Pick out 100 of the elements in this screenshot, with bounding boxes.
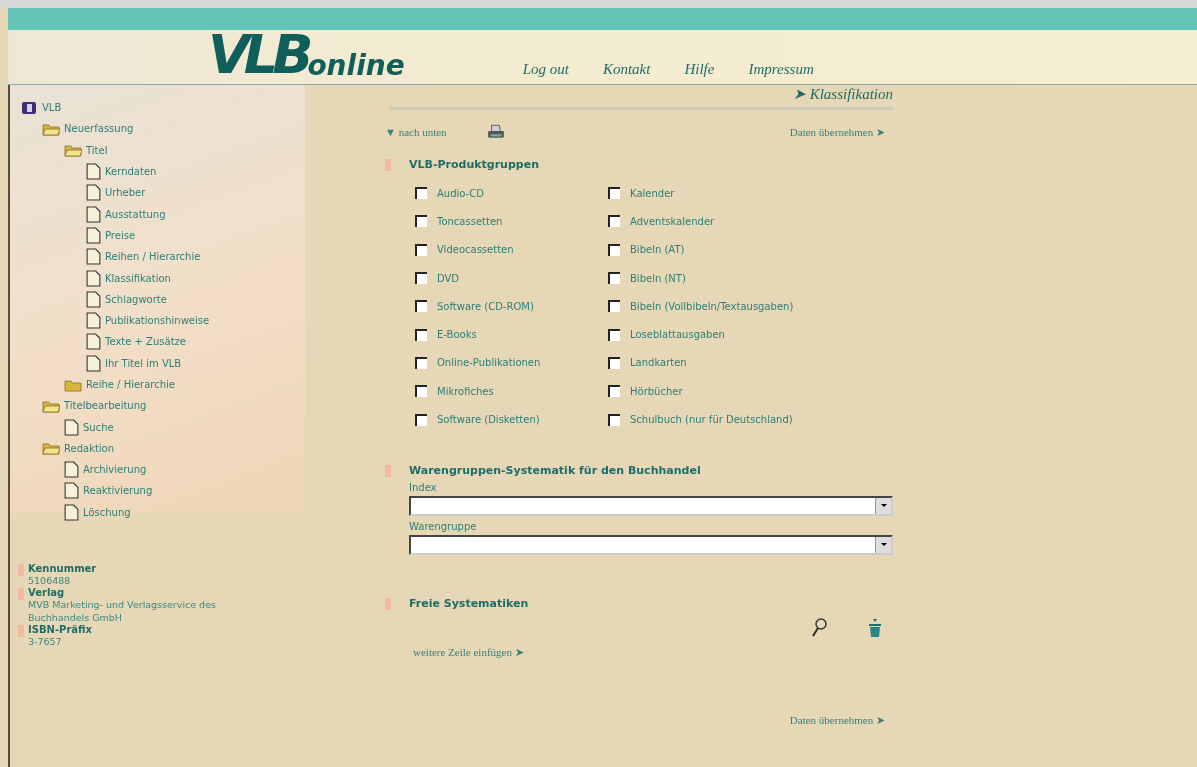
document-icon bbox=[64, 418, 79, 436]
bullet-marker bbox=[385, 464, 391, 477]
add-row-link[interactable]: weitere Zeile einfügen ➤ bbox=[413, 645, 524, 659]
checkbox-label[interactable]: Hörbücher bbox=[630, 385, 683, 397]
tree-item[interactable]: Publikationshinweise bbox=[105, 315, 210, 327]
dropdown-field[interactable] bbox=[409, 495, 893, 516]
tree-item[interactable]: Reaktivierung bbox=[83, 485, 153, 497]
tree-item[interactable]: Preise bbox=[105, 229, 136, 241]
checkbox-label[interactable]: Bibeln (NT) bbox=[630, 272, 686, 284]
document-icon bbox=[86, 269, 101, 287]
scroll-down-link[interactable]: ▼ nach unten bbox=[385, 126, 447, 138]
checkbox-label[interactable]: Audio-CD bbox=[437, 187, 484, 199]
document-icon bbox=[86, 226, 101, 244]
checkbox-label[interactable]: Schulbuch (nur für Deutschland) bbox=[630, 414, 793, 425]
tree-item[interactable]: Reihen / Hierarchie bbox=[105, 251, 201, 263]
tree-item[interactable]: Reihe / Hierarchie bbox=[86, 379, 175, 390]
document-icon bbox=[86, 248, 101, 266]
tree-item[interactable]: Ihr Titel im VLB bbox=[105, 357, 182, 369]
checkbox[interactable] bbox=[608, 215, 620, 228]
checkbox[interactable] bbox=[608, 243, 620, 256]
dropdown-field[interactable] bbox=[409, 534, 893, 555]
checkbox[interactable] bbox=[415, 385, 427, 398]
tree-item[interactable]: Redaktion bbox=[64, 442, 115, 454]
checkbox-label[interactable]: Software (Disketten) bbox=[437, 414, 540, 425]
bullet-marker bbox=[18, 625, 24, 637]
submit-link[interactable]: Daten übernehmen ➤ bbox=[789, 125, 885, 139]
tree-item[interactable]: Schlagworte bbox=[105, 293, 167, 305]
checkbox[interactable] bbox=[415, 272, 427, 285]
vlb-online-logo: VLBonline bbox=[208, 22, 405, 82]
checkbox[interactable] bbox=[415, 328, 427, 341]
checkbox[interactable] bbox=[608, 385, 620, 398]
nav-link[interactable]: Impressum bbox=[748, 61, 814, 78]
tree-item[interactable]: Löschung bbox=[83, 506, 131, 518]
document-icon bbox=[86, 163, 101, 181]
checkbox-label[interactable]: Adventskalender bbox=[630, 215, 715, 227]
nav-link[interactable]: Kontakt bbox=[602, 61, 651, 78]
document-icon bbox=[86, 312, 101, 330]
document-icon bbox=[86, 333, 101, 351]
checkbox[interactable] bbox=[415, 187, 427, 200]
tree-item[interactable]: Archivierung bbox=[83, 464, 147, 476]
document-icon bbox=[64, 503, 79, 521]
document-icon bbox=[86, 354, 101, 372]
tree-item[interactable]: Titelbearbeitung bbox=[64, 400, 147, 412]
checkbox-label[interactable]: Bibeln (AT) bbox=[630, 244, 685, 256]
bullet-marker bbox=[18, 564, 24, 576]
document-icon bbox=[86, 290, 101, 308]
info-value: 3-7657 bbox=[28, 635, 63, 648]
checkbox[interactable] bbox=[415, 356, 427, 369]
checkbox-label[interactable]: DVD bbox=[437, 272, 460, 284]
search-icon[interactable] bbox=[811, 617, 827, 638]
tree-item[interactable]: Kerndaten bbox=[105, 166, 157, 178]
checkbox[interactable] bbox=[608, 356, 620, 369]
checkbox[interactable] bbox=[608, 328, 620, 341]
submit-link[interactable]: Daten übernehmen ➤ bbox=[789, 713, 885, 727]
checkbox[interactable] bbox=[415, 413, 427, 426]
checkbox-label[interactable]: Kalender bbox=[630, 187, 675, 199]
nav-link[interactable]: Log out bbox=[522, 61, 569, 78]
tree-item[interactable]: Klassifikation bbox=[105, 272, 171, 284]
info-label: ISBN-Präfix bbox=[28, 624, 92, 635]
checkbox[interactable] bbox=[415, 300, 427, 313]
info-value: 5106488 bbox=[28, 574, 72, 587]
document-icon bbox=[64, 461, 79, 479]
checkbox-label[interactable]: Landkarten bbox=[630, 357, 687, 369]
checkbox-label[interactable]: Online-Publikationen bbox=[437, 357, 541, 369]
checkbox-label[interactable]: Toncassetten bbox=[437, 215, 503, 227]
dropdown-arrow-icon bbox=[880, 504, 887, 508]
document-icon bbox=[86, 184, 101, 202]
document-icon bbox=[86, 205, 101, 223]
tree-item[interactable]: Ausstattung bbox=[105, 208, 166, 220]
tree-item[interactable]: Suche bbox=[83, 421, 114, 433]
checkbox-label[interactable]: Software (CD-ROM) bbox=[437, 300, 534, 312]
checkbox[interactable] bbox=[608, 300, 620, 313]
checkbox-label[interactable]: Mikrofiches bbox=[437, 385, 494, 397]
field-label: Warengruppe bbox=[409, 520, 478, 532]
checkbox[interactable] bbox=[608, 187, 620, 200]
checkbox-label[interactable]: Bibeln (Vollbibeln/Textausgaben) bbox=[630, 300, 794, 312]
breadcrumb: ➤ Klassifikation bbox=[792, 85, 893, 103]
checkbox[interactable] bbox=[608, 272, 620, 285]
tree-item[interactable]: Neuerfassung bbox=[64, 123, 134, 135]
info-value: MVB Marketing- und Verlagsservice des Buchhandels GmbH bbox=[28, 598, 217, 624]
trash-icon[interactable] bbox=[867, 617, 883, 638]
bullet-marker bbox=[385, 159, 391, 171]
nav-link[interactable]: Hilfe bbox=[684, 61, 715, 78]
section-title: Freie Systematiken bbox=[409, 596, 529, 610]
checkbox-label[interactable]: Loseblattausgaben bbox=[630, 329, 725, 341]
checkbox[interactable] bbox=[415, 243, 427, 256]
field-label: Index bbox=[409, 481, 438, 493]
document-icon bbox=[64, 482, 79, 500]
info-label: Kennummer bbox=[28, 563, 97, 574]
tree-item[interactable]: Urheber bbox=[105, 187, 146, 199]
checkbox[interactable] bbox=[415, 215, 427, 228]
tree-item[interactable]: VLB bbox=[42, 102, 62, 114]
printer-icon[interactable] bbox=[486, 124, 505, 140]
tree-item[interactable]: Titel bbox=[86, 144, 108, 156]
tree-item[interactable]: Texte + Zusätze bbox=[105, 336, 186, 348]
checkbox-label[interactable]: E-Books bbox=[437, 329, 477, 341]
checkbox-label[interactable]: Videocassetten bbox=[437, 244, 514, 256]
dropdown-arrow-icon bbox=[880, 543, 887, 547]
bullet-marker bbox=[385, 597, 391, 610]
checkbox[interactable] bbox=[608, 413, 620, 426]
